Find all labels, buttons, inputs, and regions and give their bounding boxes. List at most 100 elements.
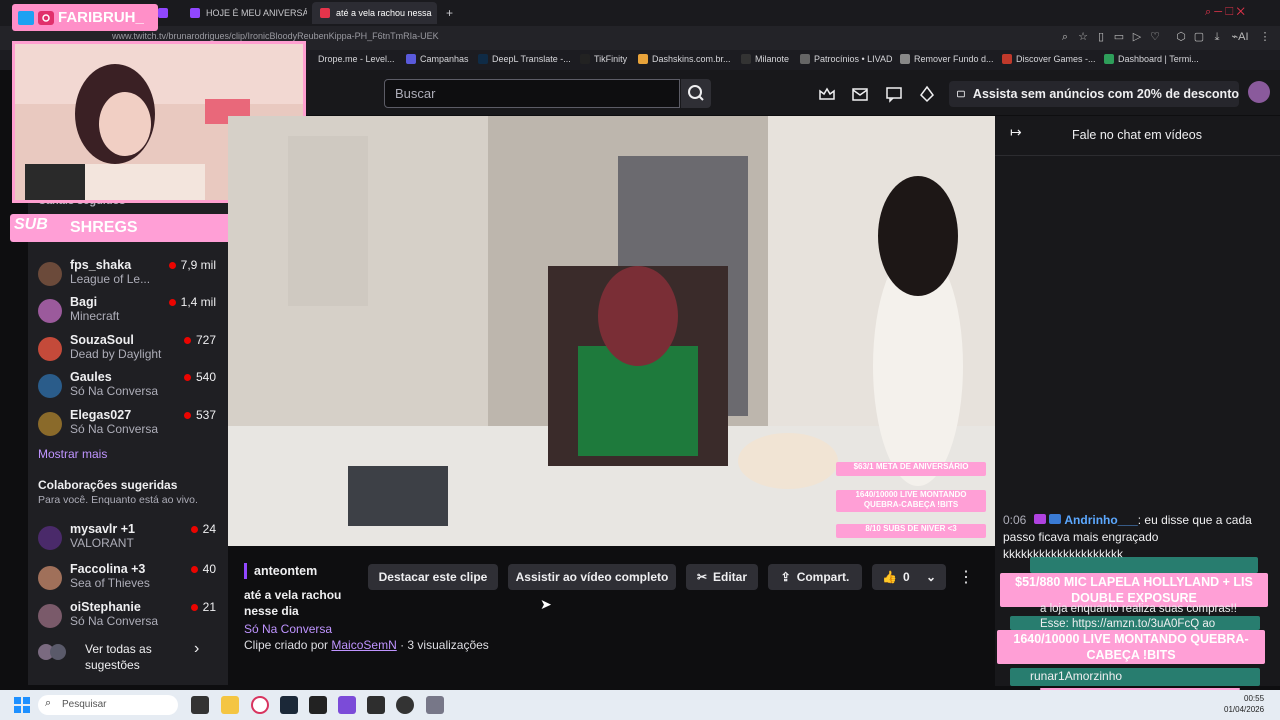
obs-icon[interactable] (396, 696, 414, 714)
search-input[interactable]: Buscar (384, 79, 680, 108)
whispers-icon[interactable] (885, 85, 903, 103)
creator-prefix: Clipe criado por (244, 638, 329, 652)
app-icon[interactable] (309, 696, 327, 714)
viewer-count-label: 727 (195, 333, 216, 347)
bookmark-label: Dashskins.com.br... (652, 54, 731, 64)
sidebar-channel-item[interactable]: oiStephanie Só Na Conversa 21 (38, 600, 216, 636)
feature-clip-label: Destacar este clipe (378, 570, 488, 584)
bookmark-item[interactable]: Dashboard | Termi... (1104, 54, 1199, 64)
system-clock[interactable]: 00:55 01/04/2026 (1224, 693, 1264, 715)
more-options-icon[interactable]: ⋮ (958, 567, 974, 587)
browser-tab-active[interactable]: até a vela rachou nessa (312, 2, 437, 24)
extensions-icon[interactable]: ⬡ (1174, 30, 1188, 44)
scissors-icon: ✂ (696, 570, 708, 584)
file-explorer-icon[interactable] (221, 696, 239, 714)
twitch-app-icon[interactable] (338, 696, 356, 714)
live-dot-icon (190, 603, 198, 611)
see-all-label: Ver todas as sugestões (85, 642, 152, 672)
speaker-tab-icon (320, 8, 330, 18)
clip-video-player[interactable] (228, 116, 995, 546)
channel-avatar (38, 299, 62, 323)
see-all-suggestions[interactable]: Ver todas as sugestões › (38, 640, 216, 674)
windows-start-icon[interactable] (14, 697, 30, 713)
ad-free-promo-button[interactable]: Assista sem anúncios com 20% de desconto (949, 81, 1239, 107)
edit-button[interactable]: ✂ Editar (686, 564, 758, 590)
github-icon[interactable] (367, 696, 385, 714)
inbox-icon[interactable] (851, 85, 869, 103)
clip-creator-line: Clipe criado por MaicoSemN · 3 visualiza… (244, 638, 489, 652)
viewer-count-label: 7,9 mil (180, 258, 216, 272)
sidebar-channel-item[interactable]: fps_shaka League of Le... 7,9 mil (38, 258, 216, 294)
bookmark-item[interactable]: Remover Fundo d... (900, 54, 994, 64)
clip-category-link[interactable]: Só Na Conversa (244, 622, 332, 636)
cast-icon[interactable]: ▭ (1112, 30, 1126, 44)
channel-game: Sea of Thieves (70, 576, 150, 590)
viewer-count: 727 (183, 333, 216, 347)
task-view-icon[interactable] (191, 696, 209, 714)
bookmark-item[interactable]: Dashskins.com.br... (638, 54, 731, 64)
show-more-link[interactable]: Mostrar mais (38, 447, 107, 461)
bookmark-label: TikFinity (594, 54, 628, 64)
sidebar-channel-item[interactable]: Gaules Só Na Conversa 540 (38, 370, 216, 406)
play-icon[interactable]: ▷ (1130, 30, 1144, 44)
channel-game: Só Na Conversa (70, 614, 159, 628)
bookmark-icon[interactable]: ☆ (1076, 30, 1090, 44)
discover-icon (1002, 54, 1012, 64)
search-icon (688, 85, 704, 101)
channel-avatar (38, 412, 62, 436)
channel-avatar (38, 566, 62, 590)
bookmark-item[interactable]: Milanote (741, 54, 789, 64)
steam-icon[interactable] (280, 696, 298, 714)
watch-full-video-button[interactable]: Assistir ao vídeo completo (508, 564, 676, 590)
zoom-icon[interactable]: ⌕ (1058, 30, 1072, 44)
bookmark-item[interactable]: DeepL Translate -... (478, 54, 571, 64)
wallet-icon[interactable]: ▢ (1192, 30, 1206, 44)
new-tab-button[interactable]: + (438, 2, 458, 24)
bookmark-item[interactable]: Discover Games -... (1002, 54, 1096, 64)
feature-clip-button[interactable]: Destacar este clipe (368, 564, 498, 590)
download-icon[interactable]: ⤓ (1210, 30, 1224, 44)
opera-icon[interactable] (251, 696, 269, 714)
share-icon: ⇪ (780, 570, 791, 584)
edit-label: Editar (713, 570, 748, 584)
heart-icon[interactable]: ♡ (1148, 30, 1162, 44)
like-button[interactable]: 👍 0 ⌄ (872, 564, 946, 590)
crown-icon[interactable] (818, 85, 836, 103)
split-icon[interactable]: ▯ (1094, 30, 1108, 44)
url-field[interactable]: www.twitch.tv/brunarodrigues/clip/Ironic… (112, 31, 439, 41)
sidebar-channel-item[interactable]: Faccolina +3 Sea of Thieves 40 (38, 562, 216, 598)
user-avatar[interactable] (1248, 81, 1270, 103)
menu-icon[interactable]: ⋮ (1258, 30, 1272, 44)
tab-label: HOJE É MEU ANIVERSÁRIO (206, 8, 307, 18)
bookmark-item[interactable]: Drope.me - Level... (318, 54, 395, 64)
clip-date: anteontem (254, 564, 318, 578)
channel-name: mysavlr +1 (70, 522, 135, 536)
twitch-tab-icon (190, 8, 200, 18)
channel-avatar (38, 526, 62, 550)
settings-icon[interactable] (426, 696, 444, 714)
sidebar-channel-item[interactable]: SouzaSoul Dead by Daylight 727 (38, 333, 216, 369)
bookmark-item[interactable]: TikFinity (580, 54, 627, 64)
live-dot-icon (168, 298, 176, 306)
remove-bg-icon (900, 54, 910, 64)
badge-icon (1033, 514, 1046, 524)
browser-tab[interactable]: HOJE É MEU ANIVERSÁRIO (182, 2, 307, 24)
bookmark-item[interactable]: Patrocínios • LIVAD (800, 54, 893, 64)
creator-link[interactable]: MaicoSemN (331, 638, 396, 652)
chat-username[interactable]: Andrinho___ (1064, 513, 1137, 527)
share-button[interactable]: ⇪ Compart. (768, 564, 862, 590)
ai-icon[interactable]: ⌁AI (1230, 30, 1250, 44)
dashboard-icon (1104, 54, 1114, 64)
chevron-right-icon: › (194, 640, 200, 657)
bits-icon[interactable] (918, 85, 936, 103)
taskbar-search[interactable]: Pesquisar (38, 695, 178, 715)
sidebar-channel-item[interactable]: mysavlr +1 VALORANT 24 (38, 522, 216, 558)
window-controls-icon[interactable]: ⌕ ─ ☐ ✕ (1205, 6, 1245, 19)
search-button[interactable] (681, 79, 711, 108)
sidebar-channel-item[interactable]: Bagi Minecraft 1,4 mil (38, 295, 216, 331)
sidebar-channel-item[interactable]: Elegas027 Só Na Conversa 537 (38, 408, 216, 444)
bookmark-item[interactable]: Campanhas (406, 54, 469, 64)
collab-subheading: Para você. Enquanto está ao vivo. (38, 494, 198, 506)
viewer-count-label: 537 (195, 408, 216, 422)
collapse-chat-icon[interactable]: ↦ (1010, 124, 1022, 141)
